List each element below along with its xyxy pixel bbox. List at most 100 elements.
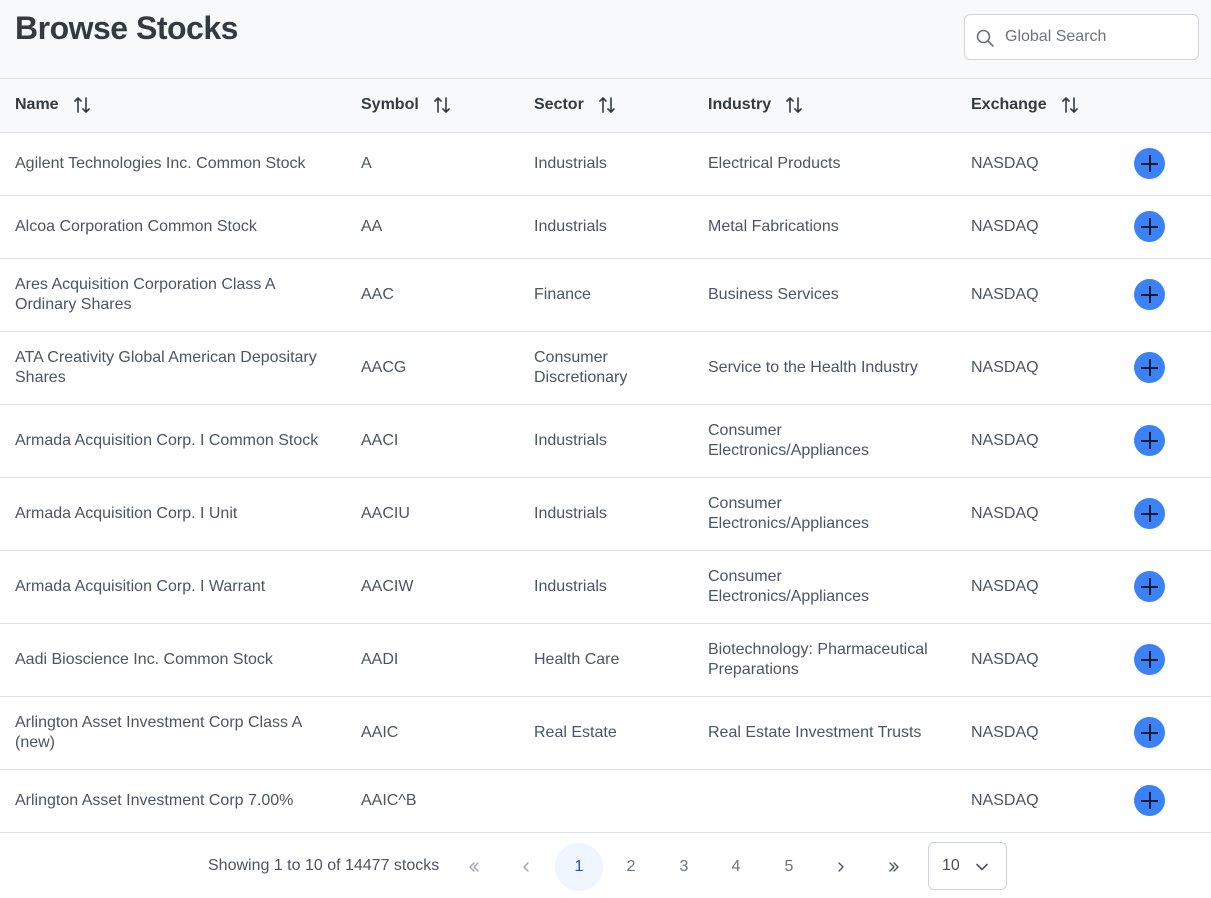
cell-exchange: NASDAQ: [956, 258, 1114, 332]
page-title: Browse Stocks: [15, 10, 238, 46]
rows-per-page-select[interactable]: 10: [928, 842, 1007, 890]
add-stock-button[interactable]: [1134, 211, 1165, 242]
sort-icon[interactable]: [433, 96, 451, 114]
cell-sector: Industrials: [519, 550, 693, 624]
search-input[interactable]: [1005, 15, 1195, 59]
cell-industry: Service to the Health Industry: [693, 331, 956, 405]
cell-action: [1114, 696, 1211, 770]
cell-sector: [519, 769, 693, 833]
page-button[interactable]: 1: [555, 843, 603, 891]
cell-sector: Consumer Discretionary: [519, 331, 693, 405]
add-stock-button[interactable]: [1134, 279, 1165, 310]
cell-exchange: NASDAQ: [956, 623, 1114, 697]
cell-action: [1114, 331, 1211, 405]
stocks-table: Name Symbol Sector Industry Exchange Agi…: [0, 79, 1211, 833]
table-row: Agilent Technologies Inc. Common Stock A…: [0, 132, 1211, 196]
table-row: ATA Creativity Global American Depositar…: [0, 331, 1211, 405]
sort-icon[interactable]: [73, 96, 91, 114]
cell-exchange: NASDAQ: [956, 132, 1114, 196]
cell-industry: Consumer Electronics/Appliances: [693, 477, 956, 551]
cell-industry: [693, 769, 956, 833]
cell-name: Armada Acquisition Corp. I Unit: [0, 477, 346, 551]
column-header-action: [1114, 79, 1211, 133]
cell-symbol: AACIW: [346, 550, 519, 624]
pagination: Showing 1 to 10 of 14477 stocks 1 2 3 4 …: [0, 832, 1211, 898]
last-page-icon: [889, 862, 899, 872]
cell-action: [1114, 769, 1211, 833]
next-page-icon: [838, 862, 844, 872]
cell-name: Armada Acquisition Corp. I Warrant: [0, 550, 346, 624]
column-header-sector[interactable]: Sector: [519, 79, 693, 133]
column-header-label: Name: [15, 96, 59, 114]
cell-exchange: NASDAQ: [956, 195, 1114, 259]
table-row: Alcoa Corporation Common Stock AA Indust…: [0, 195, 1211, 259]
cell-exchange: NASDAQ: [956, 404, 1114, 478]
column-header-exchange[interactable]: Exchange: [956, 79, 1114, 133]
column-header-label: Exchange: [971, 96, 1047, 114]
page-button[interactable]: 2: [607, 843, 655, 891]
cell-sector: Health Care: [519, 623, 693, 697]
cell-symbol: A: [346, 132, 519, 196]
cell-exchange: NASDAQ: [956, 331, 1114, 405]
cell-sector: Industrials: [519, 132, 693, 196]
cell-exchange: NASDAQ: [956, 769, 1114, 833]
table-row: Arlington Asset Investment Corp Class A …: [0, 696, 1211, 770]
cell-symbol: AAIC: [346, 696, 519, 770]
column-header-symbol[interactable]: Symbol: [346, 79, 519, 133]
cell-exchange: NASDAQ: [956, 477, 1114, 551]
prev-page-button[interactable]: [502, 843, 550, 891]
table-row: Armada Acquisition Corp. I Warrant AACIW…: [0, 550, 1211, 624]
page-header: Browse Stocks: [0, 0, 1211, 79]
add-stock-button[interactable]: [1134, 498, 1165, 529]
sort-icon[interactable]: [598, 96, 616, 114]
cell-industry: Real Estate Investment Trusts: [693, 696, 956, 770]
add-stock-button[interactable]: [1134, 571, 1165, 602]
table-row: Arlington Asset Investment Corp 7.00% AA…: [0, 769, 1211, 833]
global-search[interactable]: [964, 14, 1199, 60]
column-header-label: Sector: [534, 96, 584, 114]
cell-name: Ares Acquisition Corporation Class A Ord…: [0, 258, 346, 332]
column-header-name[interactable]: Name: [0, 79, 346, 133]
cell-industry: Metal Fabrications: [693, 195, 956, 259]
column-header-industry[interactable]: Industry: [693, 79, 956, 133]
add-stock-button[interactable]: [1134, 425, 1165, 456]
add-stock-button[interactable]: [1134, 785, 1165, 816]
last-page-button[interactable]: [870, 843, 918, 891]
add-stock-button[interactable]: [1134, 644, 1165, 675]
cell-name: Armada Acquisition Corp. I Common Stock: [0, 404, 346, 478]
cell-symbol: AAIC^B: [346, 769, 519, 833]
cell-symbol: AAC: [346, 258, 519, 332]
cell-symbol: AACG: [346, 331, 519, 405]
chevron-down-icon: [976, 863, 988, 871]
add-stock-button[interactable]: [1134, 352, 1165, 383]
cell-sector: Industrials: [519, 477, 693, 551]
cell-industry: Consumer Electronics/Appliances: [693, 550, 956, 624]
prev-page-icon: [523, 862, 529, 872]
page-button[interactable]: 3: [660, 843, 708, 891]
next-page-button[interactable]: [817, 843, 865, 891]
page-button[interactable]: 4: [712, 843, 760, 891]
sort-icon[interactable]: [1061, 96, 1079, 114]
add-stock-button[interactable]: [1134, 148, 1165, 179]
first-page-button[interactable]: [450, 843, 498, 891]
cell-sector: Industrials: [519, 195, 693, 259]
cell-exchange: NASDAQ: [956, 696, 1114, 770]
table-row: Aadi Bioscience Inc. Common Stock AADI H…: [0, 623, 1211, 697]
cell-action: [1114, 623, 1211, 697]
table-row: Armada Acquisition Corp. I Common Stock …: [0, 404, 1211, 478]
cell-name: Arlington Asset Investment Corp Class A …: [0, 696, 346, 770]
cell-symbol: AACI: [346, 404, 519, 478]
cell-name: Arlington Asset Investment Corp 7.00%: [0, 769, 346, 833]
column-header-label: Industry: [708, 96, 772, 114]
cell-action: [1114, 195, 1211, 259]
add-stock-button[interactable]: [1134, 717, 1165, 748]
table-row: Ares Acquisition Corporation Class A Ord…: [0, 258, 1211, 332]
page-button[interactable]: 5: [765, 843, 813, 891]
cell-name: ATA Creativity Global American Depositar…: [0, 331, 346, 405]
table-row: Armada Acquisition Corp. I Unit AACIU In…: [0, 477, 1211, 551]
cell-industry: Consumer Electronics/Appliances: [693, 404, 956, 478]
sort-icon[interactable]: [785, 96, 803, 114]
showing-text: Showing 1 to 10 of 14477 stocks: [208, 857, 440, 874]
cell-action: [1114, 258, 1211, 332]
first-page-icon: [469, 862, 479, 872]
